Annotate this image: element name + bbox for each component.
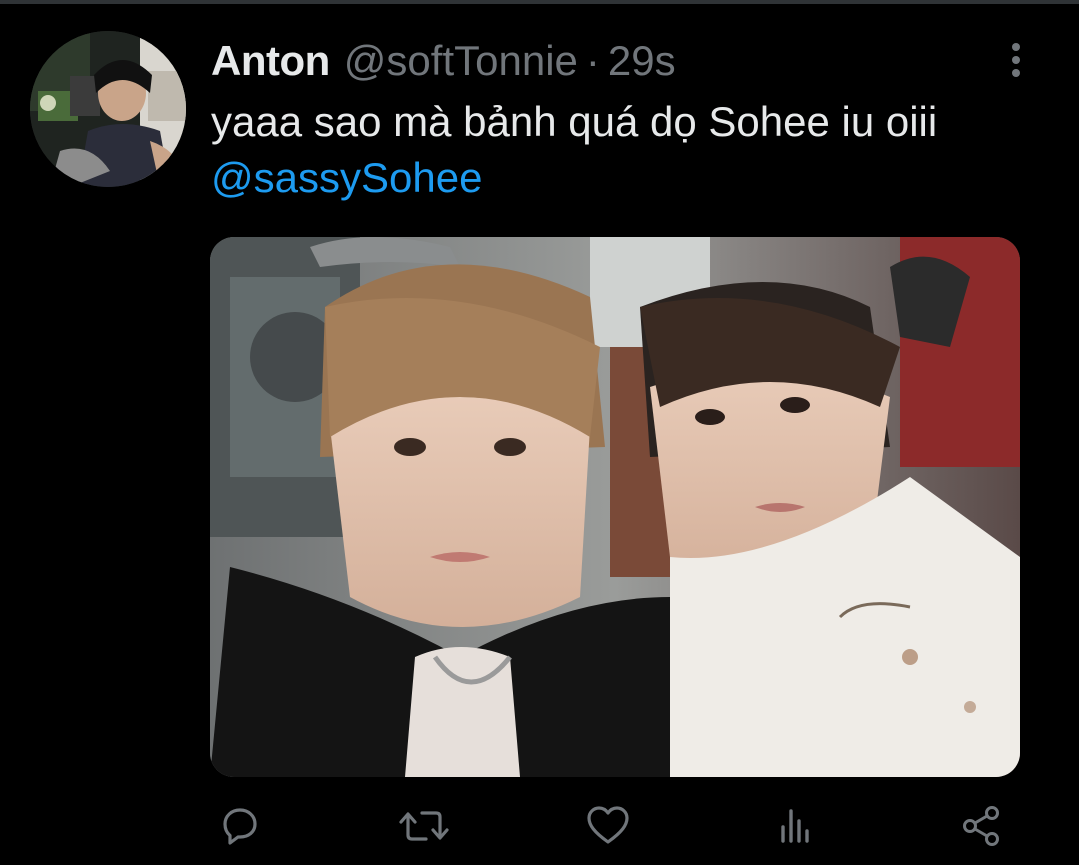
tweet-header: Anton @softTonnie · 29s: [211, 36, 676, 86]
tweet-actions: [210, 796, 1030, 856]
retweet-icon: [399, 811, 449, 841]
more-options-button[interactable]: [1000, 38, 1032, 82]
reply-icon: [223, 808, 257, 845]
share-button[interactable]: [952, 796, 1012, 856]
avatar[interactable]: [30, 31, 186, 187]
avatar-photo: [30, 31, 186, 187]
reply-button[interactable]: [210, 796, 270, 856]
mention-link[interactable]: @sassySohee: [211, 150, 1051, 206]
separator-dot: ·: [585, 37, 600, 84]
timestamp[interactable]: 29s: [608, 36, 676, 86]
views-button[interactable]: [766, 796, 826, 856]
more-vertical-icon: [1012, 43, 1020, 51]
heart-icon: [587, 806, 629, 844]
top-divider: [0, 0, 1079, 4]
tweet-text: yaaa sao mà bảnh quá dọ Sohee iu oiii: [211, 98, 938, 145]
like-button[interactable]: [578, 796, 638, 856]
analytics-icon: [781, 809, 809, 843]
retweet-button[interactable]: [394, 796, 454, 856]
share-icon: [963, 806, 999, 846]
tweet-media-photo[interactable]: [210, 237, 1020, 777]
tweet-body: yaaa sao mà bảnh quá dọ Sohee iu oiii @s…: [211, 94, 1051, 206]
photo-illustration: [210, 237, 1020, 777]
user-handle[interactable]: @softTonnie: [344, 36, 578, 86]
display-name[interactable]: Anton: [211, 36, 330, 86]
